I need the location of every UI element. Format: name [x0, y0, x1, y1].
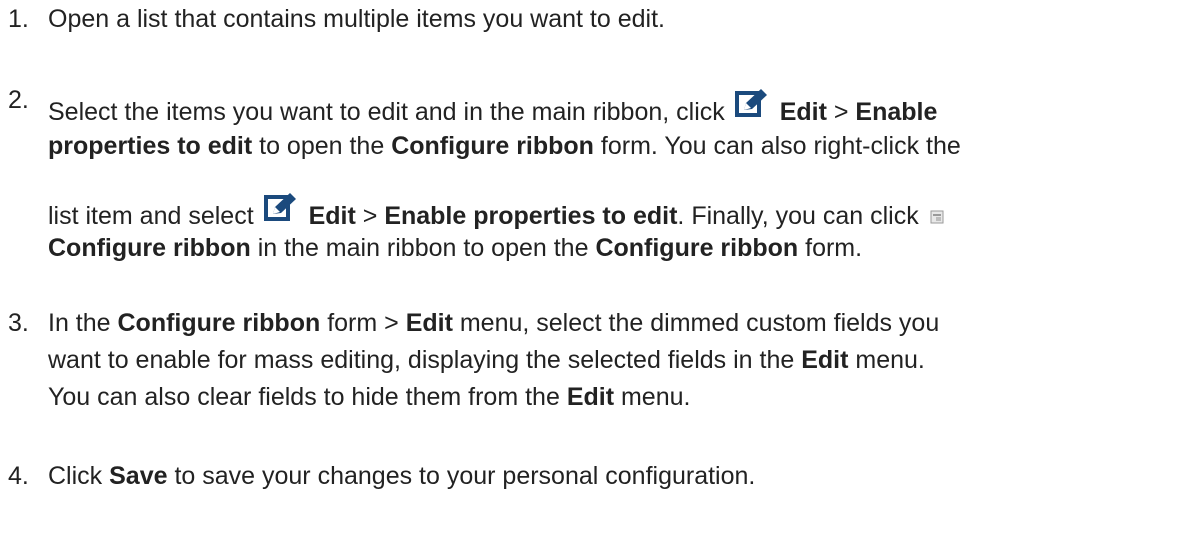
instructions-document: 1. Open a list that contains multiple it… [0, 0, 1191, 544]
step-line: list item and select Edit > Enable prope… [48, 190, 948, 229]
step-text: to open the [252, 132, 392, 160]
step-text: form. You can also right-click the [593, 132, 961, 160]
edit-label: Edit [405, 309, 453, 337]
step-line: properties to edit to open the Configure… [48, 134, 961, 159]
enable-properties-label-part1: Enable [855, 98, 938, 126]
step-number: 2. [8, 86, 29, 114]
separator: > [826, 98, 856, 126]
step-text: In the [48, 309, 118, 337]
step-text: in the main ribbon to open the [250, 234, 596, 262]
step-text: Select the items you want to edit and in… [48, 98, 732, 126]
edit-icon [263, 190, 299, 226]
edit-label: Edit [308, 202, 356, 230]
configure-ribbon-label: Configure ribbon [595, 234, 799, 262]
step-line: Click Save to save your changes to your … [48, 464, 755, 489]
step-text: . Finally, you can click [677, 202, 926, 230]
step-number: 4. [8, 462, 29, 490]
step-text: menu. [614, 383, 691, 411]
step-number: 1. [8, 5, 29, 33]
configure-ribbon-label: Configure ribbon [117, 309, 321, 337]
step-line: want to enable for mass editing, display… [48, 348, 925, 373]
edit-label: Edit [566, 383, 615, 411]
step-text: form. [798, 234, 863, 262]
step-line: You can also clear fields to hide them f… [48, 385, 690, 410]
step-text: to save your changes to your personal co… [167, 462, 756, 490]
configure-ribbon-label: Configure ribbon [391, 132, 594, 160]
enable-properties-label: Enable properties to edit [384, 202, 678, 230]
edit-icon [734, 86, 770, 122]
step-text: Open a list that contains multiple items… [48, 5, 665, 33]
configure-ribbon-icon [930, 204, 944, 224]
step-line: Select the items you want to edit and in… [48, 86, 937, 125]
step-text: You can also clear fields to hide them f… [48, 383, 567, 411]
step-line: In the Configure ribbon form > Edit menu… [48, 311, 939, 336]
edit-label: Edit [779, 98, 827, 126]
step-text: form > [320, 309, 406, 337]
edit-label: Edit [801, 346, 849, 374]
configure-ribbon-label: Configure ribbon [48, 234, 251, 262]
save-label: Save [109, 462, 168, 490]
step-text: menu. [848, 346, 925, 374]
step-line: Configure ribbon in the main ribbon to o… [48, 236, 862, 261]
step-number: 3. [8, 309, 29, 337]
step-text: list item and select [48, 202, 261, 230]
separator: > [355, 202, 385, 230]
step-line: Open a list that contains multiple items… [48, 7, 665, 32]
step-text: menu, select the dimmed custom fields yo… [452, 309, 940, 337]
enable-properties-label-part2: properties to edit [48, 132, 253, 160]
step-text: want to enable for mass editing, display… [48, 346, 802, 374]
step-text: Click [48, 462, 110, 490]
